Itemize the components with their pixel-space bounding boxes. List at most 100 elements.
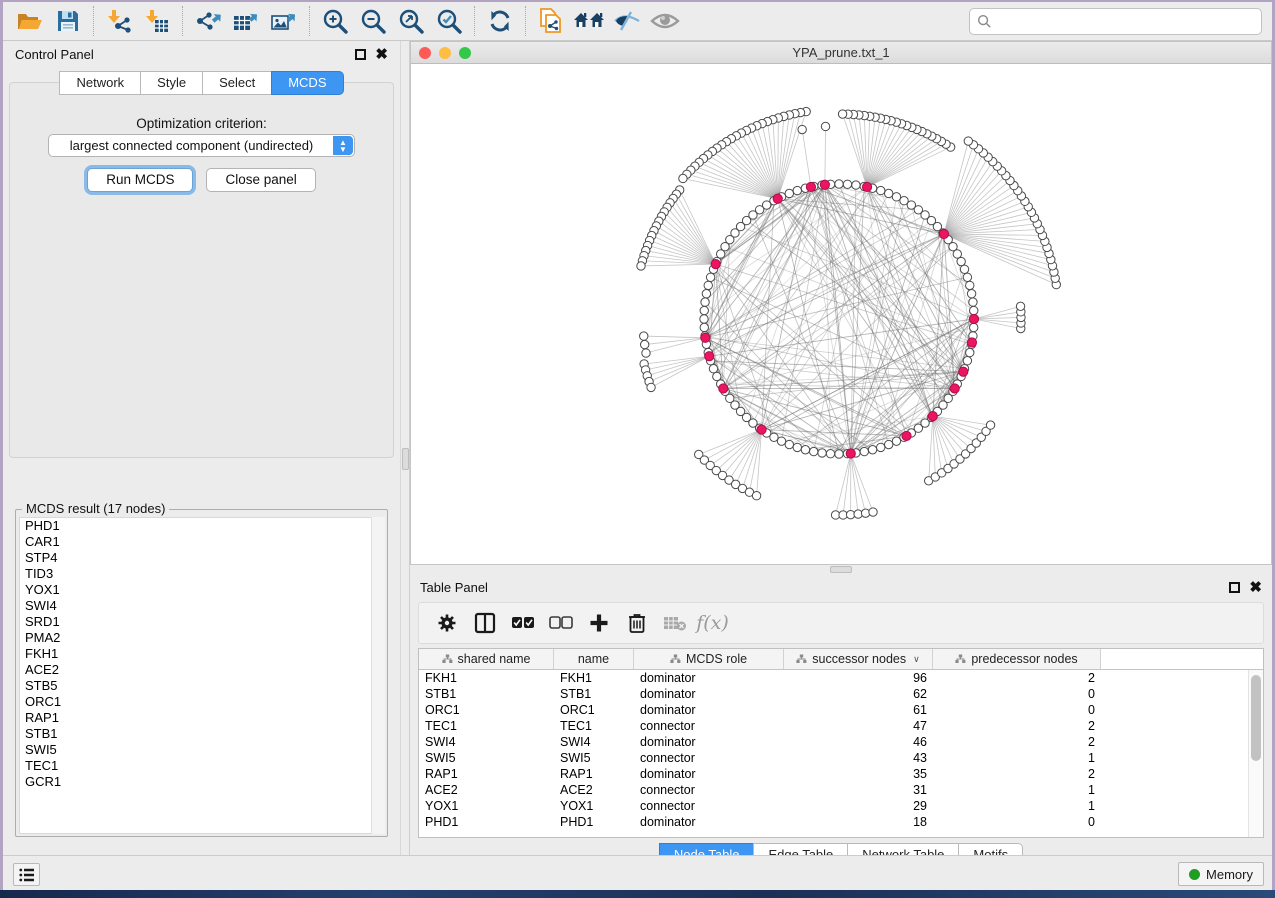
mcds-result-item[interactable]: GCR1 (20, 774, 384, 790)
cell-shared-name: SWI5 (419, 751, 554, 765)
mcds-result-item[interactable]: SRD1 (20, 614, 384, 630)
control-panel-tab[interactable]: MCDS (271, 71, 343, 95)
network-graph[interactable] (411, 64, 1271, 564)
mcds-result-item[interactable]: YOX1 (20, 582, 384, 598)
run-mcds-button[interactable]: Run MCDS (87, 168, 193, 192)
control-panel-tab[interactable]: Network (59, 71, 140, 95)
mcds-list-scrollbar[interactable] (371, 517, 385, 834)
zoom-out-button[interactable] (354, 5, 392, 37)
memory-label: Memory (1206, 867, 1253, 882)
table-row[interactable]: ACE2 ACE2 connector 31 1 (419, 782, 1248, 798)
hide-selected-button[interactable] (608, 5, 646, 37)
mcds-result-item[interactable]: FKH1 (20, 646, 384, 662)
table-row[interactable]: ORC1 ORC1 dominator 61 0 (419, 702, 1248, 718)
column-header[interactable]: name ∨ (554, 649, 634, 669)
new-network-from-selection-button[interactable] (532, 5, 570, 37)
mcds-result-item[interactable]: PHD1 (20, 518, 384, 534)
delete-table-button (659, 607, 690, 639)
close-panel-button[interactable]: Close panel (206, 168, 315, 192)
refresh-layout-button[interactable] (481, 5, 519, 37)
column-header[interactable]: MCDS role ∨ (634, 649, 784, 669)
zoom-fit-button[interactable] (392, 5, 430, 37)
zoom-in-button[interactable] (316, 5, 354, 37)
table-settings-button[interactable] (431, 607, 462, 639)
network-title: YPA_prune.txt_1 (411, 45, 1271, 60)
float-panel-icon[interactable] (355, 49, 366, 60)
import-network-button[interactable] (100, 5, 138, 37)
network-titlebar[interactable]: YPA_prune.txt_1 (411, 42, 1271, 64)
table-row[interactable]: SWI4 SWI4 dominator 46 2 (419, 734, 1248, 750)
mcds-result-item[interactable]: ORC1 (20, 694, 384, 710)
cell-successor-nodes: 46 (784, 735, 933, 749)
deselect-all-button[interactable] (545, 607, 576, 639)
control-panel-tab[interactable]: Select (202, 71, 271, 95)
column-header[interactable]: shared name ∨ (419, 649, 554, 669)
mcds-result-item[interactable]: ACE2 (20, 662, 384, 678)
mcds-result-item[interactable]: RAP1 (20, 710, 384, 726)
mcds-panel: Optimization criterion: largest connecte… (9, 82, 394, 458)
select-all-button[interactable] (507, 607, 538, 639)
mcds-result-item[interactable]: SWI4 (20, 598, 384, 614)
zoom-selected-button[interactable] (430, 5, 468, 37)
unchecked-boxes-icon (549, 616, 573, 630)
cell-mcds-role: connector (634, 719, 784, 733)
column-header[interactable]: successor nodes ∨ (784, 649, 933, 669)
mcds-result-item[interactable]: TEC1 (20, 758, 384, 774)
sort-indicator-icon: ∨ (913, 654, 920, 665)
first-neighbors-button[interactable] (570, 5, 608, 37)
vertical-splitter[interactable] (400, 41, 410, 855)
criterion-select[interactable]: largest connected component (undirected)… (48, 134, 355, 157)
mcds-result-item[interactable]: PMA2 (20, 630, 384, 646)
mcds-result-item[interactable]: SWI5 (20, 742, 384, 758)
table-row[interactable]: STB1 STB1 dominator 62 0 (419, 686, 1248, 702)
table-row[interactable]: TEC1 TEC1 connector 47 2 (419, 718, 1248, 734)
cell-predecessor-nodes: 2 (933, 735, 1101, 749)
float-panel-icon[interactable] (1229, 582, 1240, 593)
export-network-icon (194, 8, 222, 34)
close-panel-icon[interactable]: ✖ (1249, 582, 1262, 593)
open-file-button[interactable] (11, 5, 49, 37)
show-all-button[interactable] (646, 5, 684, 37)
mcds-result-title: MCDS result (17 nodes) (22, 501, 169, 516)
export-image-button[interactable] (265, 5, 303, 37)
table-row[interactable]: FKH1 FKH1 dominator 96 2 (419, 670, 1248, 686)
cell-mcds-role: dominator (634, 671, 784, 685)
search-box[interactable] (969, 8, 1262, 35)
splitter-grip[interactable] (830, 566, 852, 573)
delete-column-button[interactable] (621, 607, 652, 639)
memory-button[interactable]: Memory (1178, 862, 1264, 886)
node-table: shared name ∨ n (418, 648, 1264, 838)
splitter-grip[interactable] (402, 448, 409, 470)
mcds-result-list[interactable]: PHD1 CAR1 STP4 TID3 YOX1 SWI4 SRD1 PMA2 (19, 517, 385, 834)
mcds-result-item[interactable]: TID3 (20, 566, 384, 582)
task-history-button[interactable] (13, 863, 40, 886)
column-header[interactable]: predecessor nodes ∨ (933, 649, 1101, 669)
cell-name: YOX1 (554, 799, 634, 813)
table-scrollbar[interactable] (1248, 670, 1263, 837)
export-network-button[interactable] (189, 5, 227, 37)
add-column-button[interactable] (583, 607, 614, 639)
mcds-result-item[interactable]: CAR1 (20, 534, 384, 550)
table-row[interactable]: YOX1 YOX1 connector 29 1 (419, 798, 1248, 814)
main-area: Control Panel ✖ Network Style Select MCD… (3, 41, 1272, 855)
mcds-result-item[interactable]: STB1 (20, 726, 384, 742)
scrollbar-thumb[interactable] (1251, 675, 1261, 761)
column-view-button[interactable] (469, 607, 500, 639)
save-session-button[interactable] (49, 5, 87, 37)
toolbar-separator (474, 6, 475, 36)
list-icon (19, 868, 35, 882)
export-table-button[interactable] (227, 5, 265, 37)
control-panel-tab[interactable]: Style (140, 71, 202, 95)
network-canvas[interactable] (411, 64, 1271, 564)
cell-mcds-role: dominator (634, 735, 784, 749)
mcds-result-item[interactable]: STB5 (20, 678, 384, 694)
search-input[interactable] (992, 9, 1261, 34)
import-table-button[interactable] (138, 5, 176, 37)
horizontal-splitter[interactable] (410, 565, 1272, 574)
mcds-result-item[interactable]: STP4 (20, 550, 384, 566)
table-row[interactable]: SWI5 SWI5 connector 43 1 (419, 750, 1248, 766)
table-row[interactable]: PHD1 PHD1 dominator 18 0 (419, 814, 1248, 830)
zoom-out-icon (360, 8, 386, 34)
close-panel-icon[interactable]: ✖ (375, 49, 388, 60)
table-row[interactable]: RAP1 RAP1 dominator 35 2 (419, 766, 1248, 782)
